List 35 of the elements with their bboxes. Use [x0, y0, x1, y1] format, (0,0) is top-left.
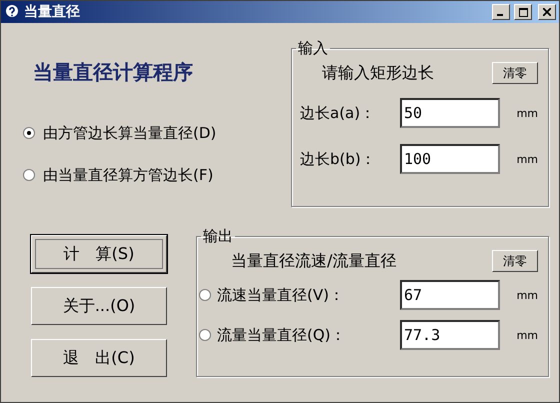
maximize-button[interactable]	[514, 4, 532, 20]
field-label: 边长b(b)：	[300, 150, 376, 168]
dialog-button[interactable]: 关于...(O)	[31, 287, 167, 325]
group-title: 输出	[202, 227, 234, 246]
input-field[interactable]: 77.3	[400, 320, 500, 350]
clear-button[interactable]: 清零	[492, 250, 538, 272]
field-label: 边长a(a)：	[300, 104, 376, 122]
input-field[interactable]: 67	[400, 280, 500, 310]
radio-label[interactable]: 由方管边长算当量直径(D)	[43, 124, 216, 142]
minimize-button[interactable]	[492, 4, 510, 20]
input-field[interactable]: 100	[400, 144, 500, 174]
dialog-button[interactable]: 计 算(S)	[31, 235, 167, 273]
close-button[interactable]	[538, 4, 556, 20]
prompt-text: 当量直径流速/流量直径	[231, 250, 396, 272]
close-icon	[543, 8, 551, 16]
group-title: 输入	[297, 39, 329, 58]
unit-label: mm	[516, 152, 538, 166]
prompt-text: 请输入矩形边长	[322, 62, 434, 84]
clear-button[interactable]: 清零	[492, 62, 538, 84]
radio-button[interactable]	[199, 329, 211, 341]
window-title: 当量直径	[24, 3, 81, 21]
dialog-button[interactable]: 退 出(C)	[31, 339, 167, 377]
unit-label: mm	[516, 106, 538, 120]
unit-label: mm	[516, 288, 538, 302]
field-label: 流速当量直径(V)：	[217, 286, 344, 304]
unit-label: mm	[516, 328, 538, 342]
app-heading: 当量直径计算程序	[33, 59, 194, 86]
maximize-icon	[518, 8, 528, 16]
help-icon	[4, 4, 20, 20]
radio-button[interactable]	[199, 289, 211, 301]
input-field[interactable]: 50	[400, 98, 500, 128]
radio-label[interactable]: 由当量直径算方管边长(F)	[43, 166, 214, 184]
radio-button[interactable]	[23, 169, 35, 181]
field-label: 流量当量直径(Q)：	[217, 326, 346, 344]
radio-button[interactable]	[23, 127, 35, 139]
